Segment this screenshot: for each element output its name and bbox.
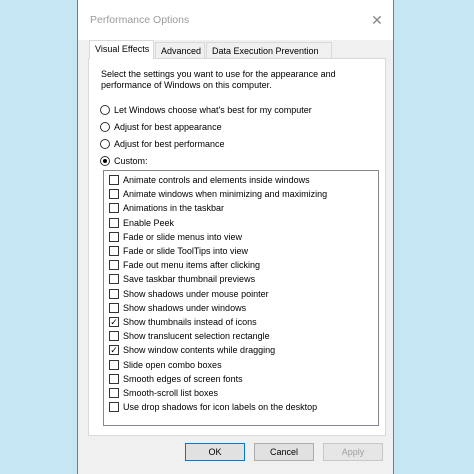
option-label: Animate controls and elements inside win… [123, 175, 310, 185]
option-row[interactable]: Slide open combo boxes [109, 359, 222, 371]
option-row[interactable]: Smooth-scroll list boxes [109, 387, 218, 399]
radio-button[interactable] [100, 139, 110, 149]
option-row[interactable]: Animations in the taskbar [109, 202, 224, 214]
option-row[interactable]: Animate controls and elements inside win… [109, 174, 310, 186]
checkbox[interactable] [109, 288, 119, 299]
option-row[interactable]: Show shadows under mouse pointer [109, 288, 269, 300]
checkbox[interactable] [109, 175, 119, 185]
tab-advanced[interactable]: Advanced [155, 42, 205, 58]
option-row[interactable]: ✓ Show thumbnails instead of icons [109, 316, 257, 328]
dialog-footer: OK Cancel Apply [78, 436, 393, 474]
option-row[interactable]: Smooth edges of screen fonts [109, 373, 243, 385]
checkbox[interactable] [109, 246, 119, 256]
option-row[interactable]: Use drop shadows for icon labels on the … [109, 401, 317, 413]
checkbox[interactable] [109, 331, 119, 342]
option-label: Save taskbar thumbnail previews [123, 274, 256, 285]
radio-label: Custom: [114, 156, 148, 166]
checkbox-checked[interactable]: ✓ [109, 317, 119, 327]
option-row[interactable]: Fade or slide ToolTips into view [109, 245, 248, 257]
option-row[interactable]: Fade out menu items after clicking [109, 259, 260, 271]
option-label: Animations in the taskbar [123, 203, 225, 214]
radio-button[interactable] [100, 105, 110, 115]
window-title: Performance Options [90, 14, 190, 26]
checkbox[interactable] [109, 189, 119, 200]
tab-data-execution-prevention[interactable]: Data Execution Prevention [206, 42, 332, 58]
radio-best-appearance[interactable]: Adjust for best appearance [100, 120, 222, 134]
option-row[interactable]: ✓ Show window contents while dragging [109, 344, 275, 356]
option-row[interactable]: Fade or slide menus into view [109, 231, 242, 243]
radio-best-performance[interactable]: Adjust for best performance [100, 137, 225, 151]
radio-button[interactable] [100, 122, 110, 132]
option-row[interactable]: Show shadows under windows [109, 302, 246, 314]
option-label: Smooth edges of screen fonts [123, 373, 243, 384]
checkbox[interactable] [109, 260, 119, 271]
option-label: Fade out menu items after clicking [123, 260, 261, 271]
checkbox-checked[interactable]: ✓ [109, 345, 119, 356]
option-label: Fade or slide menus into view [123, 231, 243, 242]
ok-button[interactable]: OK [185, 443, 245, 461]
checkbox[interactable] [109, 359, 119, 370]
close-icon[interactable]: ✕ [367, 10, 387, 30]
checkbox[interactable] [109, 373, 119, 384]
option-label: Animate windows when minimizing and maxi… [123, 189, 328, 200]
option-label: Show window contents while dragging [123, 345, 276, 356]
checkbox[interactable] [109, 302, 119, 313]
radio-button[interactable] [100, 156, 110, 166]
checkbox[interactable] [109, 388, 119, 398]
option-label: Use drop shadows for icon labels on the … [123, 402, 318, 413]
cancel-button[interactable]: Cancel [254, 443, 314, 461]
checkbox[interactable] [109, 402, 119, 413]
visual-effects-panel: Select the settings you want to use for … [88, 58, 386, 436]
checkbox[interactable] [109, 274, 119, 285]
checkbox[interactable] [109, 217, 119, 228]
custom-options-list[interactable]: Animate controls and elements inside win… [103, 170, 379, 426]
option-label: Show translucent selection rectangle [123, 331, 270, 342]
description-text: Select the settings you want to use for … [101, 69, 336, 90]
option-label: Show thumbnails instead of icons [123, 317, 257, 327]
option-label: Fade or slide ToolTips into view [123, 246, 249, 256]
radio-label: Adjust for best performance [114, 139, 225, 149]
option-row[interactable]: Show translucent selection rectangle [109, 330, 270, 342]
title-bar[interactable]: Performance Options ✕ [78, 0, 393, 40]
option-label: Show shadows under windows [123, 302, 247, 313]
option-row[interactable]: Save taskbar thumbnail previews [109, 273, 255, 285]
option-label: Smooth-scroll list boxes [123, 388, 219, 398]
option-label: Slide open combo boxes [123, 359, 222, 370]
option-row[interactable]: Animate windows when minimizing and maxi… [109, 188, 327, 200]
checkbox[interactable] [109, 203, 119, 214]
radio-let-windows-choose[interactable]: Let Windows choose what's best for my co… [100, 103, 312, 117]
radio-custom[interactable]: Custom: [100, 154, 148, 168]
radio-label: Adjust for best appearance [114, 122, 222, 132]
option-row[interactable]: Enable Peek [109, 217, 174, 229]
checkbox[interactable] [109, 231, 119, 242]
option-label: Show shadows under mouse pointer [123, 288, 269, 299]
apply-button[interactable]: Apply [323, 443, 383, 461]
tab-visual-effects[interactable]: Visual Effects [89, 40, 154, 59]
radio-label: Let Windows choose what's best for my co… [114, 105, 312, 115]
performance-options-dialog: Performance Options ✕ Visual Effects Adv… [77, 0, 394, 474]
option-label: Enable Peek [123, 217, 175, 228]
